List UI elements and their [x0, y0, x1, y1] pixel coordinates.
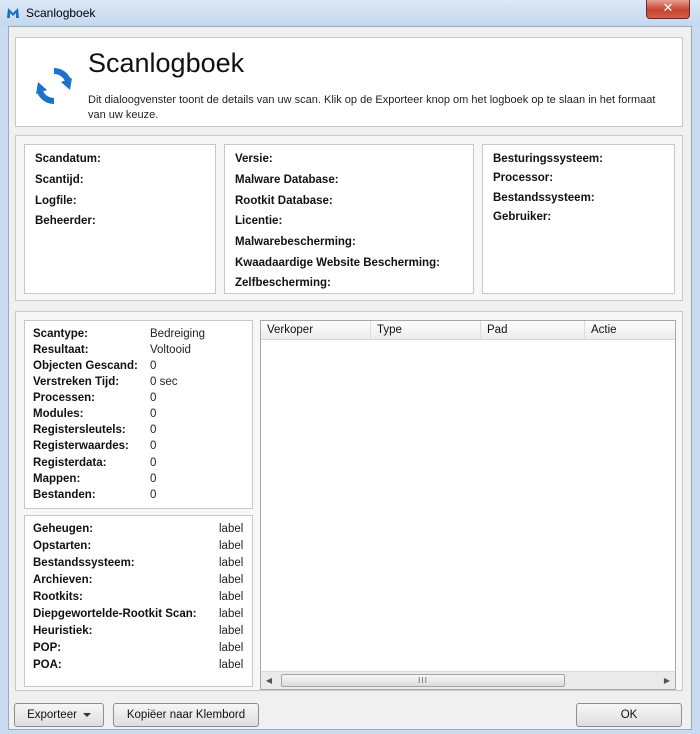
refresh-icon: [36, 67, 72, 105]
malwarebytes-logo-icon: [7, 8, 19, 18]
copy-clipboard-button[interactable]: Kopiëer naar Klembord: [113, 703, 259, 727]
scrollbar-thumb[interactable]: III: [281, 674, 565, 687]
column-header-type[interactable]: Type: [371, 321, 481, 340]
page-title: Scanlogboek: [88, 48, 245, 78]
list-header: Verkoper Type Pad Actie: [261, 321, 675, 340]
column-header-actie[interactable]: Actie: [585, 321, 675, 340]
column-header-pad[interactable]: Pad: [481, 321, 585, 340]
malware-database-label: Malware Database:: [235, 174, 339, 186]
scandatum-label: Scandatum:: [35, 153, 101, 165]
export-button-label: Exporteer: [27, 709, 77, 721]
export-button[interactable]: Exporteer: [14, 703, 104, 727]
dialog-client: Scanlogboek Dit dialoogvenster toont de …: [8, 26, 692, 730]
scan-info-box: Scandatum: Scantijd: Logfile: Beheerder:: [24, 144, 216, 294]
website-bescherming-label: Kwaadaardige Website Bescherming:: [235, 257, 440, 269]
header-panel: Scanlogboek Dit dialoogvenster toont de …: [15, 37, 683, 127]
page-description: Dit dialoogvenster toont de details van …: [88, 94, 656, 121]
chevron-down-icon: [82, 712, 91, 717]
scroll-left-icon[interactable]: ◀: [261, 672, 277, 689]
close-button[interactable]: ✕: [646, 0, 690, 19]
window-title: Scanlogboek: [26, 6, 96, 20]
title-bar: Scanlogboek ✕: [0, 0, 700, 26]
bestandssysteem-label: Bestandssysteem:: [493, 192, 595, 204]
results-section: Scantype: Bedreiging Resultaat: Voltooid O…: [15, 311, 683, 691]
beheerder-label: Beheerder:: [35, 215, 96, 227]
ok-button[interactable]: OK: [576, 703, 682, 727]
threats-list-view[interactable]: Verkoper Type Pad Actie ◀ III ▶: [260, 320, 676, 690]
scan-details-box: Geheugen: label Opstarten: label Bestandss…: [24, 515, 253, 687]
horizontal-scrollbar[interactable]: ◀ III ▶: [261, 671, 675, 689]
licentie-label: Licentie:: [235, 215, 283, 227]
zelfbescherming-label: Zelfbescherming:: [235, 277, 331, 289]
processor-label: Processor:: [493, 172, 554, 184]
system-info-box: Besturingssysteem: Processor: Bestandssy…: [482, 144, 675, 294]
malwarebescherming-label: Malwarebescherming:: [235, 236, 356, 248]
besturingssysteem-label: Besturingssysteem:: [493, 153, 603, 165]
versie-label: Versie:: [235, 153, 273, 165]
scantijd-label: Scantijd:: [35, 174, 84, 186]
version-info-box: Versie: Malware Database: Rootkit Databa…: [224, 144, 474, 294]
gebruiker-label: Gebruiker:: [493, 211, 552, 223]
column-header-verkoper[interactable]: Verkoper: [261, 321, 371, 340]
scroll-right-icon[interactable]: ▶: [659, 672, 675, 689]
scan-info-section: Scandatum: Scantijd: Logfile: Beheerder:…: [15, 135, 683, 301]
logfile-label: Logfile:: [35, 195, 77, 207]
rootkit-database-label: Rootkit Database:: [235, 195, 333, 207]
scan-stats-box: Scantype: Bedreiging Resultaat: Voltooid O…: [24, 320, 253, 509]
